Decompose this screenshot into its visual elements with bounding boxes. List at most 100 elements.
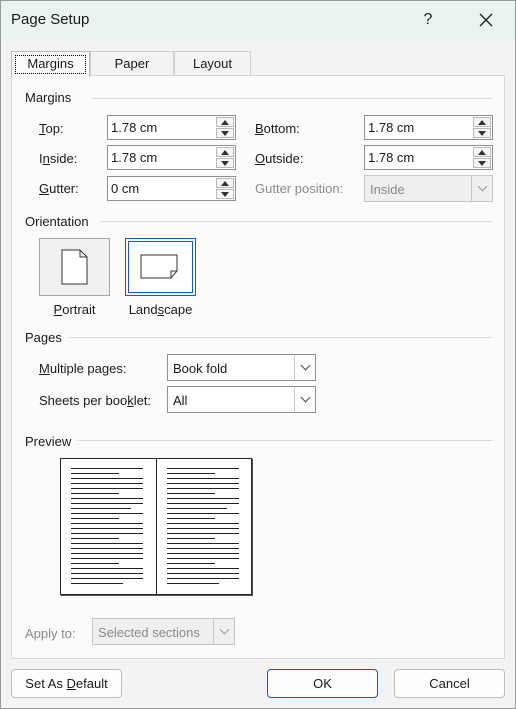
top-margin-value: 1.78 cm: [111, 120, 158, 135]
spin-up-button[interactable]: [216, 147, 234, 157]
margins-section-title: Margins: [25, 90, 72, 105]
dropdown-button[interactable]: [294, 355, 315, 380]
tab-label: Paper: [114, 56, 150, 71]
preview-text-line: [167, 533, 239, 534]
preview-text-line: [167, 543, 239, 544]
inside-margin-spinner[interactable]: 1.78 cm: [107, 145, 236, 170]
section-divider: [69, 337, 493, 338]
spin-up-button[interactable]: [473, 117, 491, 127]
multiple-pages-label: Multiple pages:: [39, 361, 127, 376]
ok-button[interactable]: OK: [267, 669, 378, 698]
preview-text-line: [71, 528, 143, 529]
multiple-pages-select[interactable]: Book fold: [167, 354, 316, 381]
preview-text-line: [167, 573, 239, 574]
page-setup-dialog: Page Setup ? Margins Paper Layout Margin…: [0, 0, 516, 709]
gutter-spinner[interactable]: 0 cm: [107, 176, 236, 201]
cancel-button[interactable]: Cancel: [394, 669, 505, 698]
preview-text-line: [167, 548, 239, 549]
set-as-default-button[interactable]: Set As Default: [11, 669, 122, 698]
gutter-position-label: Gutter position:: [255, 181, 344, 196]
orientation-section-title: Orientation: [25, 214, 89, 229]
close-button[interactable]: [463, 1, 509, 39]
margins-panel: Margins Top: 1.78 cm Inside: 1.78 cm Gut…: [11, 75, 505, 659]
outside-margin-value: 1.78 cm: [368, 150, 415, 165]
tab-layout[interactable]: Layout: [174, 51, 251, 76]
dropdown-button: [213, 619, 234, 644]
spin-down-button[interactable]: [216, 189, 234, 199]
landscape-option[interactable]: [125, 238, 196, 296]
dialog-title: Page Setup: [11, 11, 90, 28]
spin-down-button[interactable]: [216, 158, 234, 168]
preview-text-line: [71, 568, 143, 569]
preview-text-line: [71, 583, 123, 584]
gutter-position-select: Inside: [364, 175, 493, 202]
spin-down-button[interactable]: [473, 128, 491, 138]
preview-text-line: [71, 498, 143, 499]
preview-section-title: Preview: [25, 434, 72, 449]
book-fold-preview: [60, 458, 252, 595]
chevron-down-icon: [300, 360, 310, 371]
inside-label: Inside:: [39, 151, 78, 166]
sheets-per-booklet-select[interactable]: All: [167, 386, 316, 413]
preview-text-line: [167, 523, 239, 524]
portrait-label: Portrait: [53, 302, 96, 317]
preview-text-line: [167, 578, 239, 579]
preview-text-line: [71, 473, 119, 474]
gutter-value: 0 cm: [111, 181, 140, 196]
tab-label: Layout: [192, 56, 233, 71]
tab-paper[interactable]: Paper: [90, 51, 174, 76]
preview-text-line: [71, 533, 143, 534]
preview-text-line: [167, 473, 215, 474]
preview-text-line: [71, 573, 143, 574]
preview-text-line: [167, 493, 215, 494]
gutter-label: Gutter:: [39, 181, 79, 196]
inside-margin-value: 1.78 cm: [111, 150, 158, 165]
fold-line: [156, 459, 157, 594]
spin-up-button[interactable]: [216, 117, 234, 127]
preview-text-line: [167, 498, 239, 499]
portrait-option[interactable]: [39, 238, 110, 296]
preview-text-line: [71, 483, 143, 484]
preview-text-line: [71, 478, 143, 479]
preview-text-line: [71, 518, 119, 519]
dropdown-button[interactable]: [294, 387, 315, 412]
title-bar: Page Setup ?: [1, 1, 515, 39]
preview-text-line: [71, 508, 131, 509]
tab-margins[interactable]: Margins: [11, 51, 90, 77]
bottom-label: Bottom:: [255, 121, 300, 136]
sheets-per-booklet-value: All: [173, 393, 188, 408]
spin-down-button[interactable]: [216, 128, 234, 138]
chevron-down-icon: [219, 624, 229, 635]
bottom-margin-spinner[interactable]: 1.78 cm: [364, 115, 493, 140]
close-icon: [479, 13, 493, 27]
preview-text-line: [71, 513, 143, 514]
top-label: Top:: [39, 121, 64, 136]
landscape-page-icon: [140, 254, 178, 279]
spin-up-button[interactable]: [473, 147, 491, 157]
spin-down-button[interactable]: [473, 158, 491, 168]
tab-label: Margins: [27, 56, 74, 71]
preview-text-line: [71, 493, 119, 494]
landscape-label: Landscape: [128, 302, 193, 317]
preview-text-line: [71, 563, 119, 564]
section-divider: [77, 440, 493, 441]
section-divider: [101, 221, 493, 222]
preview-text-line: [167, 468, 239, 469]
section-divider: [91, 98, 493, 99]
preview-text-line: [71, 543, 143, 544]
preview-text-line: [167, 583, 219, 584]
outside-margin-spinner[interactable]: 1.78 cm: [364, 145, 493, 170]
preview-text-line: [71, 503, 143, 504]
help-button[interactable]: ?: [405, 1, 451, 39]
spin-up-button[interactable]: [216, 178, 234, 188]
preview-text-line: [71, 468, 143, 469]
apply-to-label: Apply to:: [25, 626, 76, 641]
apply-to-select: Selected sections: [92, 618, 235, 645]
portrait-page-icon: [61, 249, 88, 285]
preview-text-line: [167, 488, 239, 489]
preview-text-line: [167, 553, 239, 554]
preview-text-line: [167, 503, 239, 504]
preview-text-line: [71, 523, 143, 524]
outside-label: Outside:: [255, 151, 304, 166]
top-margin-spinner[interactable]: 1.78 cm: [107, 115, 236, 140]
